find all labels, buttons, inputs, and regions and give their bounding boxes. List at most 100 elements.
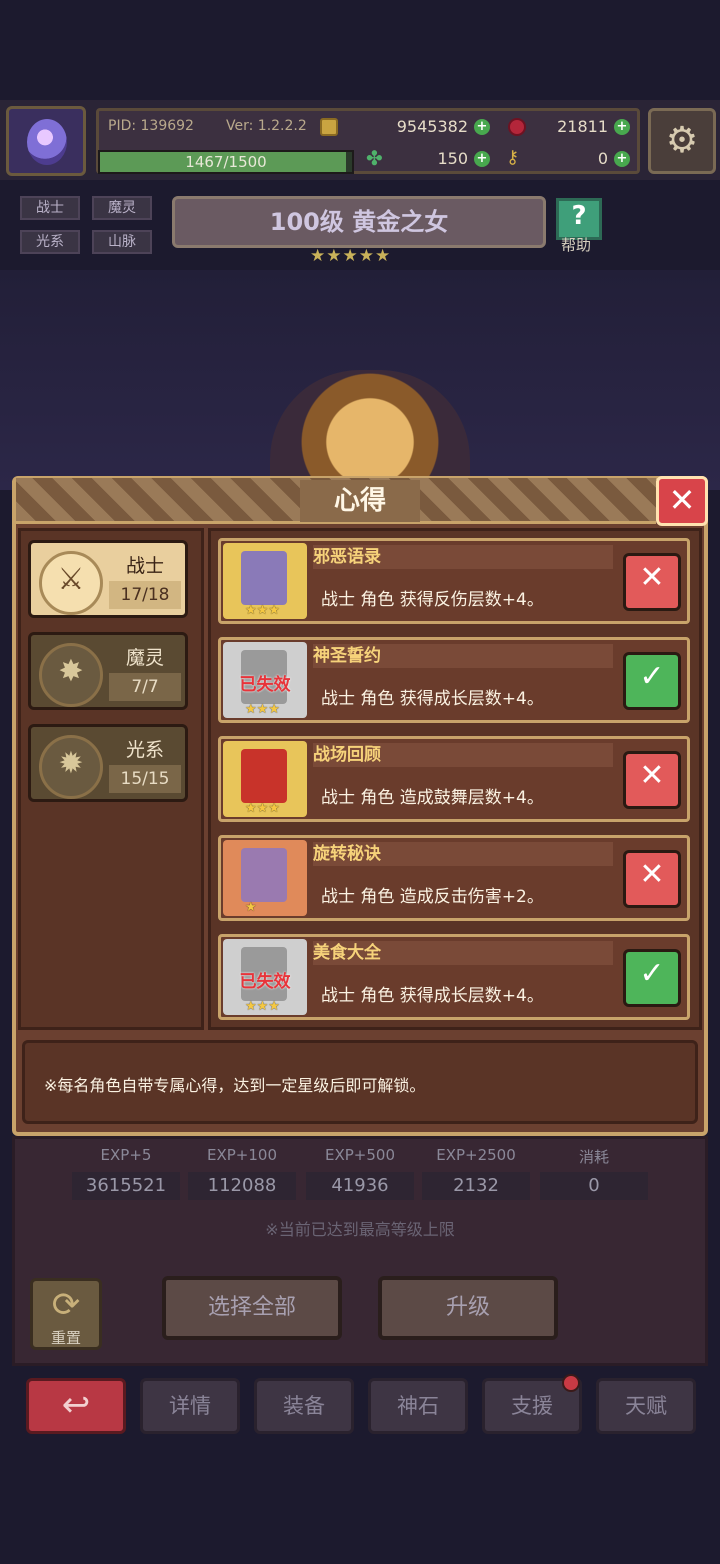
insight-stars: ★★★ bbox=[245, 999, 280, 1014]
gem-amount: 21811 bbox=[557, 117, 608, 136]
insight-book-icon: 已失效 ★★★ bbox=[223, 939, 307, 1015]
check-toggle[interactable]: ✓ bbox=[623, 949, 681, 1007]
insight-name: 美食大全 bbox=[313, 941, 613, 965]
note-text: ※每名角色自带专属心得，达到一定星级后即可解锁。 bbox=[44, 1076, 426, 1095]
add-gem-icon[interactable]: + bbox=[614, 119, 630, 135]
insight-desc: 战士 角色 造成反击伤害+2。 bbox=[321, 887, 544, 907]
insight-item: 已失效 ★★★ 美食大全战士 角色 获得成长层数+4。 ✓ bbox=[218, 934, 690, 1020]
hero-title: 100级 黄金之女 bbox=[172, 196, 546, 248]
insight-name: 邪恶语录 bbox=[313, 545, 613, 569]
check-icon: ✓ bbox=[639, 956, 665, 991]
tab-details[interactable]: 详情 bbox=[140, 1378, 240, 1434]
sword-icon: ⚔ bbox=[39, 551, 103, 615]
insight-desc: 战士 角色 获得成长层数+4。 bbox=[321, 986, 544, 1006]
category-count: 7/7 bbox=[109, 673, 181, 701]
category-count: 15/15 bbox=[109, 765, 181, 793]
upgrade-button[interactable]: 升级 bbox=[378, 1276, 558, 1340]
exp-panel bbox=[12, 1136, 708, 1366]
insight-desc: 战士 角色 获得反伤层数+4。 bbox=[321, 590, 544, 610]
tag-race: 魔灵 bbox=[92, 196, 152, 220]
notification-dot bbox=[562, 1374, 580, 1392]
modal-title: 心得 bbox=[300, 480, 420, 522]
select-all-button[interactable]: 选择全部 bbox=[162, 1276, 342, 1340]
cross-toggle[interactable]: ✕ bbox=[623, 850, 681, 908]
cross-toggle[interactable]: ✕ bbox=[623, 751, 681, 809]
add-gold-icon[interactable]: + bbox=[474, 119, 490, 135]
exp-label: EXP+500 bbox=[325, 1146, 395, 1164]
exp-label: EXP+5 bbox=[100, 1146, 152, 1164]
insight-item: 已失效 ★★★ 神圣誓约战士 角色 获得成长层数+4。 ✓ bbox=[218, 637, 690, 723]
insight-item: ★★★ 邪恶语录战士 角色 获得反伤层数+4。 ✕ bbox=[218, 538, 690, 624]
category-tab[interactable]: ✹ 光系 15/15 bbox=[28, 724, 188, 802]
insight-item: ★★★ 战场回顾战士 角色 造成鼓舞层数+4。 ✕ bbox=[218, 736, 690, 822]
tag-class: 战士 bbox=[20, 196, 80, 220]
insight-stars: ★★★ bbox=[245, 702, 280, 717]
tab-talent[interactable]: 天赋 bbox=[596, 1378, 696, 1434]
cross-toggle[interactable]: ✕ bbox=[623, 553, 681, 611]
insight-stars: ★★★ bbox=[245, 801, 280, 816]
help-button[interactable]: ? 帮助 bbox=[552, 198, 602, 254]
exp-value: 3615521 bbox=[72, 1172, 180, 1200]
help-label: 帮助 bbox=[560, 236, 591, 254]
exp-label: EXP+2500 bbox=[436, 1146, 516, 1164]
exp-value: 41936 bbox=[306, 1172, 414, 1200]
exp-value: 2132 bbox=[422, 1172, 530, 1200]
gold-amount: 9545382 bbox=[396, 117, 468, 136]
clover-amount: 150 bbox=[437, 149, 468, 168]
cross-icon: ✕ bbox=[639, 560, 665, 595]
insight-item: ★ 旋转秘诀战士 角色 造成反击伤害+2。 ✕ bbox=[218, 835, 690, 921]
star-badge-icon: ✸ bbox=[39, 643, 103, 707]
sun-gear-icon: ✹ bbox=[39, 735, 103, 799]
check-icon: ✓ bbox=[639, 659, 665, 694]
lost-status: 已失效 bbox=[239, 972, 291, 992]
category-name: 战士 bbox=[125, 555, 164, 577]
back-arrow-icon: ↩ bbox=[61, 1385, 91, 1425]
insight-stars: ★ bbox=[245, 900, 257, 915]
tag-terrain: 山脉 bbox=[92, 230, 152, 254]
close-icon: ✕ bbox=[668, 481, 696, 519]
insight-name: 神圣誓约 bbox=[313, 644, 613, 668]
insight-book-icon: 已失效 ★★★ bbox=[223, 642, 307, 718]
close-button[interactable]: ✕ bbox=[656, 476, 708, 526]
xp-text: 1467/1500 bbox=[185, 153, 267, 171]
hero-stars: ★★★★★ bbox=[310, 246, 392, 266]
category-tab[interactable]: ✸ 魔灵 7/7 bbox=[28, 632, 188, 710]
gold-coin-icon bbox=[320, 118, 338, 136]
insight-desc: 战士 角色 获得成长层数+4。 bbox=[321, 689, 544, 709]
consume-value: 0 bbox=[540, 1172, 648, 1200]
exp-label: EXP+100 bbox=[207, 1146, 277, 1164]
xp-bar: 1467/1500 bbox=[98, 150, 354, 174]
add-clover-icon[interactable]: + bbox=[474, 151, 490, 167]
gem-icon bbox=[508, 118, 526, 136]
category-name: 光系 bbox=[125, 739, 164, 761]
cross-icon: ✕ bbox=[639, 857, 665, 892]
player-avatar[interactable] bbox=[6, 106, 86, 176]
check-toggle[interactable]: ✓ bbox=[623, 652, 681, 710]
reset-label: 重置 bbox=[50, 1329, 81, 1347]
consume-label: 消耗 bbox=[578, 1148, 609, 1166]
back-button[interactable]: ↩ bbox=[26, 1378, 126, 1434]
lost-status: 已失效 bbox=[239, 675, 291, 695]
insight-stars: ★★★ bbox=[245, 603, 280, 618]
clover-icon: ✤ bbox=[366, 146, 383, 170]
insight-book-icon: ★ bbox=[223, 840, 307, 916]
reset-icon: ⟳ bbox=[51, 1285, 81, 1325]
category-count: 17/18 bbox=[109, 581, 181, 609]
add-key-icon[interactable]: + bbox=[614, 151, 630, 167]
insight-name: 旋转秘诀 bbox=[313, 842, 613, 866]
settings-gear-icon[interactable]: ⚙ bbox=[648, 108, 716, 174]
insight-book-icon: ★★★ bbox=[223, 543, 307, 619]
cross-icon: ✕ bbox=[639, 758, 665, 793]
category-tab[interactable]: ⚔ 战士 17/18 bbox=[28, 540, 188, 618]
insight-name: 战场回顾 bbox=[313, 743, 613, 767]
tab-equipment[interactable]: 装备 bbox=[254, 1378, 354, 1434]
exp-value: 112088 bbox=[188, 1172, 296, 1200]
key-amount: 0 bbox=[597, 149, 608, 168]
insight-desc: 战士 角色 造成鼓舞层数+4。 bbox=[321, 788, 544, 808]
insight-book-icon: ★★★ bbox=[223, 741, 307, 817]
version-text: Ver: 1.2.2.2 bbox=[226, 118, 307, 134]
reset-button[interactable]: ⟳ 重置 bbox=[30, 1278, 102, 1350]
tab-godstone[interactable]: 神石 bbox=[368, 1378, 468, 1434]
max-level-note: ※当前已达到最高等级上限 bbox=[265, 1220, 455, 1239]
pid-text: PID: 139692 bbox=[108, 118, 194, 134]
